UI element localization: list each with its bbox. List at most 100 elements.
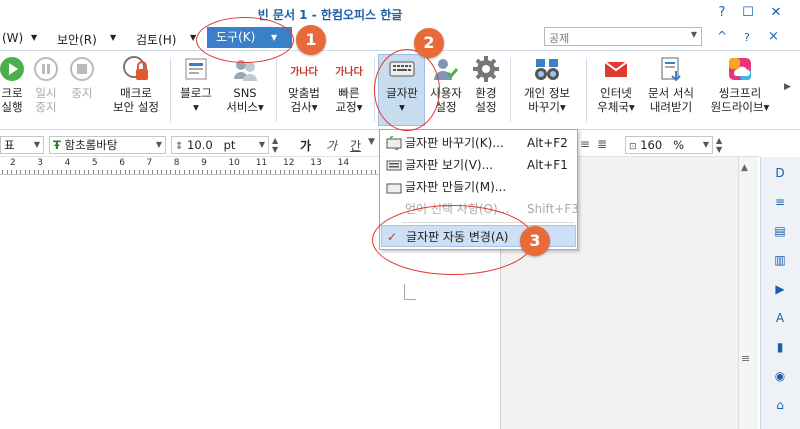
blog-button[interactable]: 블로그 ▾ bbox=[176, 55, 216, 114]
minimize-button[interactable]: ☐ bbox=[738, 4, 758, 22]
ruler-tick bbox=[211, 170, 213, 174]
ruler-tick bbox=[275, 170, 276, 174]
zoom-stepper[interactable]: ▲ ▼ bbox=[716, 136, 722, 154]
ruler-tick bbox=[11, 170, 13, 174]
ruler-tick bbox=[325, 170, 327, 174]
macro-stop-label: 중지 bbox=[71, 86, 93, 100]
download-doc-icon bbox=[661, 57, 681, 82]
thinkfree-drive-button[interactable]: 씽크프리 원드라이브▾ bbox=[704, 55, 776, 114]
side-panel-icon[interactable]: ◉ bbox=[770, 366, 790, 386]
ruler-tick bbox=[88, 170, 90, 174]
macro-run-button[interactable]: 크로 실행 bbox=[0, 55, 32, 114]
macro-pause-button[interactable]: 일시 중지 bbox=[32, 55, 60, 114]
close-doc-icon[interactable]: × bbox=[768, 29, 779, 44]
align-distribute-icon[interactable]: ≣ bbox=[597, 137, 607, 151]
ruler-tick bbox=[315, 170, 317, 174]
keyboard-switch-icon bbox=[386, 136, 402, 150]
search-input[interactable]: 공제 ▼ bbox=[544, 27, 702, 46]
chevron-down-icon: ▼ bbox=[155, 140, 162, 149]
doc-format-download-button[interactable]: 문서 서식 내려받기 bbox=[644, 55, 698, 114]
chevron-down-icon[interactable]: ▼ bbox=[691, 30, 697, 39]
chevron-down-icon[interactable]: ▼ bbox=[368, 137, 375, 147]
ruler-tick bbox=[238, 170, 240, 174]
env-settings-button[interactable]: 환경 설정 bbox=[468, 55, 504, 114]
ruler-tick bbox=[220, 170, 222, 174]
side-panel-icon[interactable]: ⌂ bbox=[770, 395, 790, 415]
quick-correct-label: 빠른 교정▾ bbox=[335, 86, 363, 114]
chevron-down-icon: ▼ bbox=[258, 140, 265, 149]
collapse-ribbon-icon[interactable]: ^ bbox=[717, 29, 727, 43]
ruler-tick bbox=[256, 170, 258, 174]
stop-icon bbox=[70, 57, 94, 81]
font-size-unit: pt bbox=[223, 138, 236, 152]
ruler-tick bbox=[302, 170, 304, 174]
macro-run-label: 크로 실행 bbox=[1, 86, 23, 114]
annotation-badge-1: 1 bbox=[296, 25, 326, 55]
ruler-number: 3 bbox=[37, 158, 44, 168]
ruler-tick bbox=[138, 170, 140, 174]
ruler-tick bbox=[334, 170, 336, 174]
ruler-number: 8 bbox=[173, 158, 180, 168]
side-panel-icon[interactable]: D bbox=[770, 163, 790, 183]
underline-button[interactable]: 간 bbox=[350, 137, 361, 154]
personal-info-button[interactable]: 개인 정보 바꾸기▾ bbox=[516, 55, 578, 114]
menu-item-shortcut: Alt+F2 bbox=[527, 136, 568, 150]
spellcheck-icon: 가나다 bbox=[290, 67, 318, 78]
internet-post-button[interactable]: 인터넷 우체국▾ bbox=[592, 55, 640, 114]
ruler-tick bbox=[120, 170, 122, 174]
close-button[interactable]: ✕ bbox=[766, 4, 786, 22]
menu-item-view-keyboard[interactable]: 글자판 보기(V)... Alt+F1 bbox=[381, 154, 576, 176]
side-panel-icon[interactable]: A bbox=[770, 308, 790, 328]
italic-button[interactable]: 가 bbox=[326, 137, 337, 154]
ribbon-separator bbox=[276, 58, 277, 122]
macro-security-button[interactable]: 매크로 보안 설정 bbox=[110, 55, 162, 114]
font-size-combo[interactable]: ⇕ 10.0 pt ▼ bbox=[171, 136, 269, 154]
side-panel-icon[interactable]: ▶ bbox=[770, 279, 790, 299]
ruler-tick bbox=[297, 170, 299, 174]
side-panel-icon[interactable]: ▮ bbox=[770, 337, 790, 357]
style-combo[interactable]: 표 ▼ bbox=[0, 136, 44, 154]
menu-item-label: 글자판 만들기(M)... bbox=[405, 180, 507, 194]
ruler-tick bbox=[74, 170, 76, 174]
menu-item-create-keyboard[interactable]: 글자판 만들기(M)... bbox=[381, 176, 576, 198]
side-panel-icon[interactable]: ▥ bbox=[770, 250, 790, 270]
ruler-tick bbox=[29, 170, 31, 174]
menu-window[interactable]: (W) bbox=[2, 31, 23, 45]
ruler-tick bbox=[161, 170, 163, 174]
ruler-tick bbox=[361, 170, 363, 174]
ruler-tick bbox=[370, 170, 372, 174]
ruler-tick bbox=[193, 170, 195, 174]
bold-button[interactable]: 가 bbox=[300, 137, 311, 154]
menu-security[interactable]: 보안(R) bbox=[57, 31, 97, 48]
menu-item-change-keyboard[interactable]: 글자판 바꾸기(K)... Alt+F2 bbox=[381, 132, 576, 154]
scroll-up-icon[interactable]: ▲ bbox=[741, 163, 748, 173]
sns-button[interactable]: SNS 서비스▾ bbox=[222, 55, 268, 114]
ruler-tick bbox=[188, 170, 190, 174]
ribbon-scroll-arrow-icon[interactable]: ▶ bbox=[784, 82, 794, 102]
ruler-tick bbox=[33, 170, 35, 174]
font-size-value: 10.0 bbox=[187, 138, 213, 152]
font-size-stepper[interactable]: ▲ ▼ bbox=[272, 136, 278, 154]
zoom-combo[interactable]: ⊡ 160 % ▼ bbox=[625, 136, 713, 154]
quick-correct-button[interactable]: 가나다 빠른 교정▾ bbox=[330, 55, 368, 114]
help-icon[interactable]: ? bbox=[744, 31, 750, 44]
ruler-tick bbox=[79, 170, 81, 174]
gear-icon bbox=[473, 56, 499, 82]
menu-review[interactable]: 검토(H) bbox=[136, 31, 176, 48]
macro-stop-button[interactable]: 중지 bbox=[68, 55, 96, 100]
font-combo[interactable]: Ŧ 함초롬바탕 ▼ bbox=[49, 136, 166, 154]
vertical-scrollbar[interactable] bbox=[738, 157, 758, 429]
side-panel-icon[interactable]: ▤ bbox=[770, 221, 790, 241]
spellcheck-button[interactable]: 가나다 맞춤법 검사▾ bbox=[282, 55, 326, 114]
scroll-grip-icon[interactable]: ≡ bbox=[741, 352, 750, 365]
play-icon bbox=[0, 57, 24, 81]
ruler-tick bbox=[338, 170, 340, 174]
ruler-tick bbox=[97, 170, 99, 174]
help-icon[interactable]: ? bbox=[712, 4, 732, 22]
ruler-tick bbox=[170, 170, 172, 174]
chevron-down-icon: ▼ bbox=[110, 33, 117, 42]
side-panel-icon[interactable]: ≡ bbox=[770, 192, 790, 212]
align-justify-icon[interactable]: ≡ bbox=[580, 137, 590, 151]
ruler-tick bbox=[2, 170, 3, 174]
ruler-tick bbox=[115, 170, 117, 174]
